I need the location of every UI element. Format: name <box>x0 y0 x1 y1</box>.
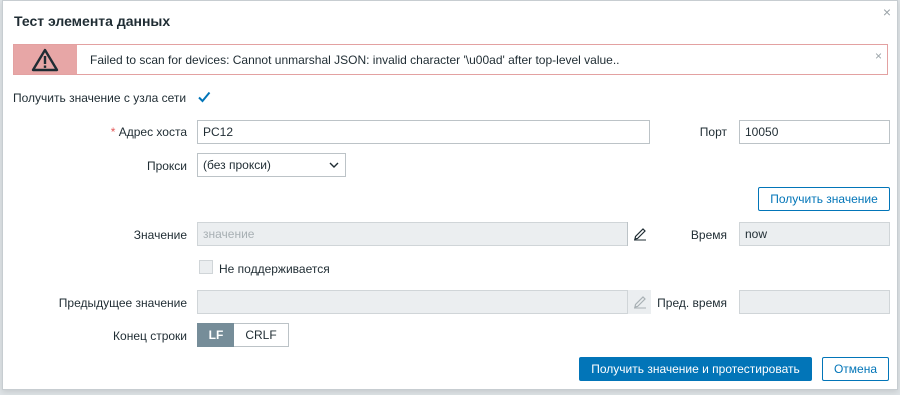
prev-value-field <box>197 290 651 314</box>
proxy-select-value: (без прокси) <box>203 158 271 172</box>
prev-value-edit-button <box>627 290 651 314</box>
time-label: Время <box>690 228 727 242</box>
proxy-label: Прокси <box>146 159 187 173</box>
value-label: Значение <box>133 228 187 242</box>
get-from-host-label: Получить значение с узла сети <box>13 91 187 105</box>
prev-time-field <box>739 290 890 314</box>
alert-icon-box <box>14 45 77 74</box>
port-input[interactable]: 10050 <box>739 120 890 144</box>
value-field[interactable]: значение <box>197 222 651 246</box>
get-value-and-test-button[interactable]: Получить значение и протестировать <box>579 357 812 381</box>
dialog-close-button[interactable]: × <box>883 5 891 19</box>
value-edit-button[interactable] <box>627 222 651 246</box>
alert-message: Failed to scan for devices: Cannot unmar… <box>90 53 620 67</box>
host-address-label-text: Адрес хоста <box>118 125 187 139</box>
required-mark: * <box>110 125 116 139</box>
dialog-title: Тест элемента данных <box>14 13 171 29</box>
time-field: now <box>739 222 890 246</box>
eol-option-lf[interactable]: LF <box>197 323 235 347</box>
get-value-button[interactable]: Получить значение <box>758 187 890 211</box>
cancel-button[interactable]: Отмена <box>822 357 889 381</box>
prev-time-label: Пред. время <box>657 296 727 310</box>
test-item-dialog: Тест элемента данных × Failed to scan fo… <box>2 0 898 390</box>
get-from-host-checkbox[interactable] <box>197 90 211 103</box>
error-alert: Failed to scan for devices: Cannot unmar… <box>13 44 888 75</box>
host-address-label: * Адрес хоста <box>111 125 187 139</box>
host-address-input[interactable]: PC12 <box>197 120 650 144</box>
eol-label: Конец строки <box>113 329 187 343</box>
eol-option-crlf[interactable]: CRLF <box>234 323 289 347</box>
port-label: Порт <box>699 125 727 139</box>
prev-value-label: Предыдущее значение <box>58 296 187 310</box>
checkmark-icon <box>197 91 211 107</box>
not-supported-label: Не поддерживается <box>219 262 330 276</box>
proxy-select[interactable]: (без прокси) <box>197 153 346 177</box>
not-supported-checkbox[interactable] <box>199 260 213 274</box>
alert-close-button[interactable]: × <box>875 49 882 63</box>
